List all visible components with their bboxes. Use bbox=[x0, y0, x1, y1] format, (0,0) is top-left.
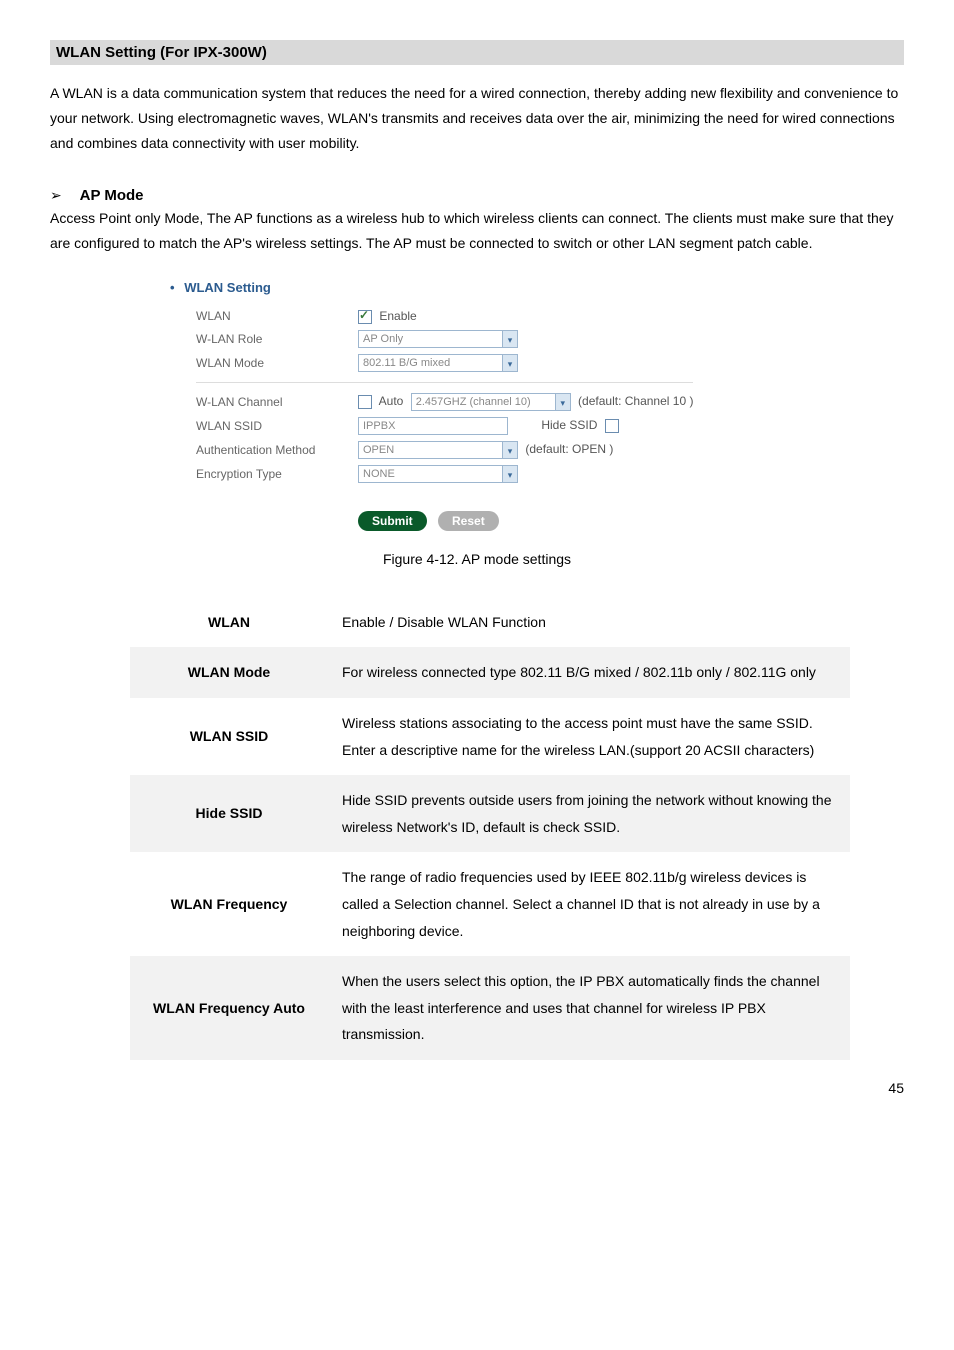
chevron-down-icon: ▾ bbox=[502, 355, 517, 371]
ap-mode-desc: Access Point only Mode, The AP functions… bbox=[50, 206, 904, 256]
submit-button[interactable]: Submit bbox=[358, 511, 427, 531]
chevron-down-icon: ▾ bbox=[502, 331, 517, 347]
channel-label: W-LAN Channel bbox=[190, 393, 352, 411]
table-row: WLAN FrequencyThe range of radio frequen… bbox=[130, 852, 850, 956]
hide-ssid-text: Hide SSID bbox=[541, 418, 597, 432]
row-mode: WLAN Mode 802.11 B/G mixed ▾ bbox=[190, 354, 699, 372]
channel-value: 2.457GHZ (channel 10) bbox=[416, 396, 531, 408]
table-value: Hide SSID prevents outside users from jo… bbox=[328, 775, 850, 852]
mode-value: 802.11 B/G mixed bbox=[363, 357, 450, 369]
table-value: Wireless stations associating to the acc… bbox=[328, 698, 850, 775]
row-role: W-LAN Role AP Only ▾ bbox=[190, 330, 699, 348]
divider bbox=[196, 382, 693, 383]
role-value: AP Only bbox=[363, 333, 403, 345]
auth-default: (default: OPEN ) bbox=[525, 442, 613, 456]
wlan-label: WLAN bbox=[190, 309, 352, 324]
table-value: Enable / Disable WLAN Function bbox=[328, 597, 850, 648]
page-number: 45 bbox=[50, 1080, 904, 1096]
ap-mode-header: ➢ AP Mode bbox=[50, 187, 904, 204]
settings-form: WLAN Enable W-LAN Role AP Only ▾ WLAN Mo… bbox=[190, 303, 699, 537]
table-value: For wireless connected type 802.11 B/G m… bbox=[328, 647, 850, 698]
panel-title-text: WLAN Setting bbox=[184, 280, 271, 295]
row-enc: Encryption Type NONE ▾ bbox=[190, 465, 699, 483]
row-auth: Authentication Method OPEN ▾ (default: O… bbox=[190, 441, 699, 459]
table-value: When the users select this option, the I… bbox=[328, 956, 850, 1060]
table-row: Hide SSIDHide SSID prevents outside user… bbox=[130, 775, 850, 852]
hide-ssid-checkbox[interactable] bbox=[605, 419, 619, 433]
mode-label: WLAN Mode bbox=[190, 354, 352, 372]
channel-default: (default: Channel 10 ) bbox=[578, 394, 693, 408]
row-buttons: Submit Reset bbox=[190, 511, 699, 531]
row-wlan: WLAN Enable bbox=[190, 309, 699, 324]
wlan-setting-figure: • WLAN Setting WLAN Enable W-LAN Role AP… bbox=[190, 280, 904, 537]
table-key: WLAN bbox=[130, 597, 328, 648]
table-key: WLAN SSID bbox=[130, 698, 328, 775]
channel-auto-checkbox[interactable] bbox=[358, 395, 372, 409]
channel-auto-text: Auto bbox=[379, 394, 404, 408]
table-value: The range of radio frequencies used by I… bbox=[328, 852, 850, 956]
intro-paragraph: A WLAN is a data communication system th… bbox=[50, 81, 904, 157]
auth-value: OPEN bbox=[363, 444, 394, 456]
table-row: WLAN ModeFor wireless connected type 802… bbox=[130, 647, 850, 698]
auth-select[interactable]: OPEN ▾ bbox=[358, 441, 518, 459]
row-channel: W-LAN Channel Auto 2.457GHZ (channel 10)… bbox=[190, 393, 699, 411]
reset-button[interactable]: Reset bbox=[438, 511, 499, 531]
enc-value: NONE bbox=[363, 468, 395, 480]
row-ssid: WLAN SSID IPPBX Hide SSID bbox=[190, 417, 699, 435]
ssid-label: WLAN SSID bbox=[190, 417, 352, 435]
role-label: W-LAN Role bbox=[190, 330, 352, 348]
bullet-icon: • bbox=[170, 280, 175, 295]
table-row: WLANEnable / Disable WLAN Function bbox=[130, 597, 850, 648]
description-table: WLANEnable / Disable WLAN FunctionWLAN M… bbox=[130, 597, 850, 1060]
ssid-input[interactable]: IPPBX bbox=[358, 417, 508, 435]
table-key: WLAN Mode bbox=[130, 647, 328, 698]
mode-select[interactable]: 802.11 B/G mixed ▾ bbox=[358, 354, 518, 372]
role-select[interactable]: AP Only ▾ bbox=[358, 330, 518, 348]
table-row: WLAN SSIDWireless stations associating t… bbox=[130, 698, 850, 775]
figure-caption: Figure 4-12. AP mode settings bbox=[50, 551, 904, 567]
panel-title: • WLAN Setting bbox=[170, 280, 904, 295]
table-key: WLAN Frequency Auto bbox=[130, 956, 328, 1060]
chevron-down-icon: ▾ bbox=[502, 466, 517, 482]
section-header: WLAN Setting (For IPX-300W) bbox=[50, 40, 904, 65]
wlan-enable-text: Enable bbox=[379, 309, 416, 323]
table-key: WLAN Frequency bbox=[130, 852, 328, 956]
enc-select[interactable]: NONE ▾ bbox=[358, 465, 518, 483]
enc-label: Encryption Type bbox=[190, 465, 352, 483]
channel-select[interactable]: 2.457GHZ (channel 10) ▾ bbox=[411, 393, 571, 411]
ap-mode-title: AP Mode bbox=[80, 187, 144, 204]
table-row: WLAN Frequency AutoWhen the users select… bbox=[130, 956, 850, 1060]
auth-label: Authentication Method bbox=[190, 441, 352, 459]
wlan-enable-checkbox[interactable] bbox=[358, 310, 372, 324]
table-key: Hide SSID bbox=[130, 775, 328, 852]
ssid-value: IPPBX bbox=[363, 420, 395, 432]
chevron-down-icon: ▾ bbox=[555, 394, 570, 410]
chevron-down-icon: ▾ bbox=[502, 442, 517, 458]
arrow-icon: ➢ bbox=[50, 187, 62, 203]
